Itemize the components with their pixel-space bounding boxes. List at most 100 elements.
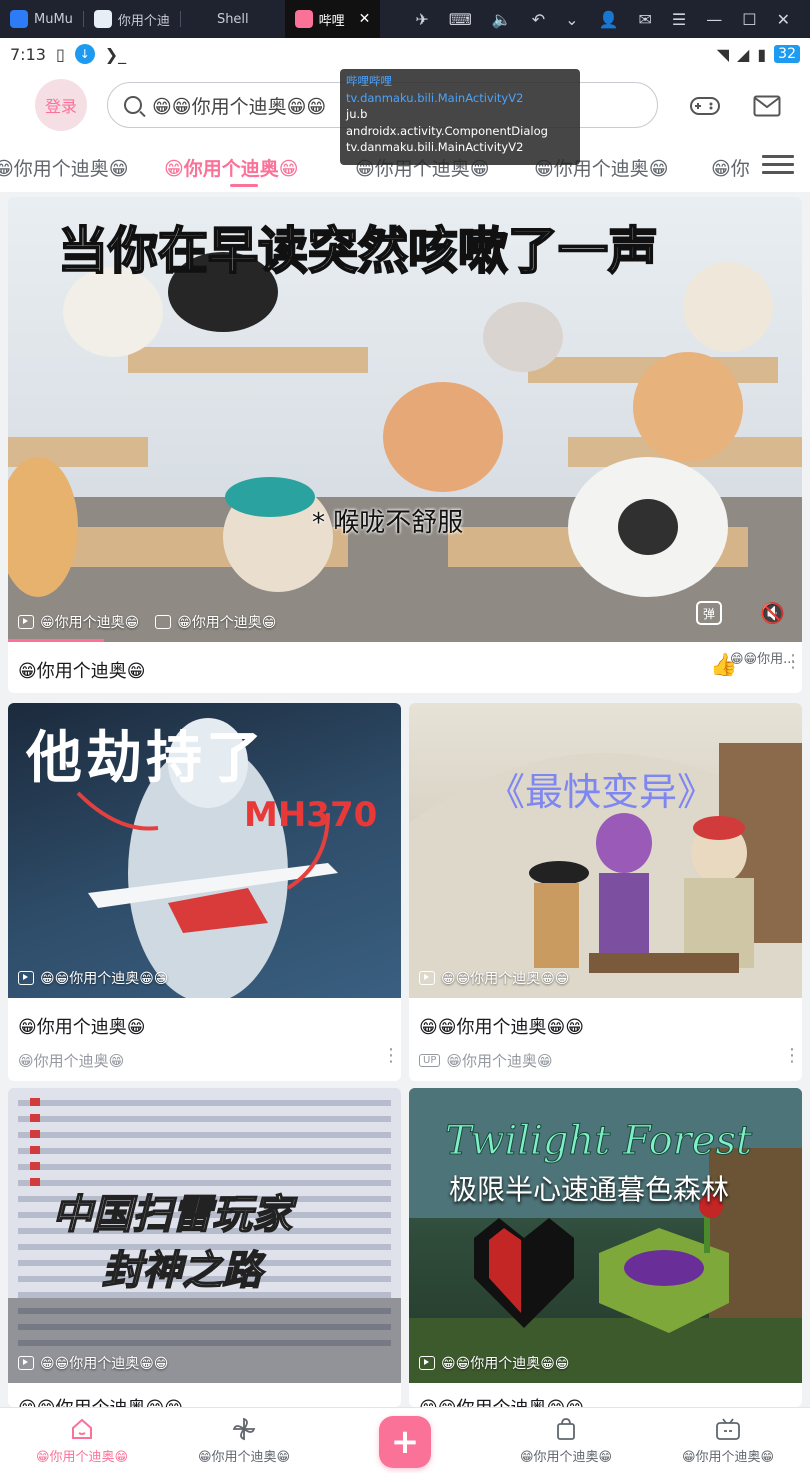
thumbnail-text-secondary: MH370: [244, 795, 378, 835]
volume-icon[interactable]: 🔈: [492, 10, 512, 29]
tv-icon: [715, 1416, 741, 1442]
tab-category[interactable]: 😁你用个迪奥😁: [0, 154, 129, 181]
danmaku-count-icon: [155, 615, 172, 629]
video-thumbnail[interactable]: 《最快变异》 😁😁你用个迪奥😁😁: [409, 703, 802, 998]
back-icon[interactable]: ↶: [532, 10, 545, 29]
emulator-tab-app[interactable]: 你用个迪: [84, 0, 180, 38]
keymap-icon[interactable]: ✈: [415, 10, 428, 29]
video-headline: 当你在早读突然咳嗽了一声: [57, 221, 659, 281]
video-title[interactable]: 😁你用个迪奥😁: [18, 657, 146, 683]
more-options-icon[interactable]: ⋮: [382, 1047, 400, 1065]
thumbnail-text: 中国扫雷玩家: [51, 1191, 293, 1239]
nav-label: 😁你用个迪奥😁: [197, 1450, 291, 1465]
mute-icon[interactable]: 🔇: [760, 601, 785, 625]
maximize-icon[interactable]: ☐: [742, 10, 756, 29]
uploader-label: 😁你用个迪奥😁: [18, 1052, 125, 1070]
more-options-icon[interactable]: ⋮: [784, 653, 802, 671]
play-count: 😁😁你用个迪奥😁😁: [40, 971, 169, 987]
emulator-tab-mumu[interactable]: MuMu: [0, 0, 83, 38]
shopping-bag-icon: [553, 1416, 579, 1442]
cartoon-scene: [409, 743, 802, 998]
video-caption: * 喉咙不舒服: [312, 508, 464, 538]
uploader-label: 😁你用个迪奥😁: [446, 1052, 553, 1070]
emulator-tab-label: 你用个迪: [117, 13, 170, 29]
tab-category[interactable]: 😁你: [711, 154, 750, 181]
play-count: 😁😁你用个迪奥😁😁: [441, 1356, 570, 1372]
video-thumbnail[interactable]: 当你在早读突然咳嗽了一声 * 喉咙不舒服 😁你用个迪奥😁 😁你用个迪奥😁 弹 🔇: [8, 197, 802, 642]
battery-level: 32: [774, 45, 800, 63]
emulator-tab-bilibili[interactable]: 哔哩 ✕: [284, 0, 381, 38]
emulator-tab-label: MuMu: [34, 11, 73, 27]
tab-category-active[interactable]: 😁你用个迪奥😁: [164, 154, 299, 181]
video-thumbnail[interactable]: Twilight Forest 极限半心速通暮色森林 😁😁你用个迪奥😁😁: [409, 1088, 802, 1383]
hamburger-menu-icon[interactable]: [762, 150, 794, 182]
thumbnail-text: 他劫持了: [26, 726, 266, 791]
video-card[interactable]: 他劫持了 MH370 😁😁你用个迪奥😁😁 😁你用个迪奥😁 😁你用个迪奥😁 ⋮: [8, 703, 401, 1081]
uploader-name[interactable]: 😁你用个迪奥😁: [18, 1050, 124, 1071]
featured-video-card[interactable]: 当你在早读突然咳嗽了一声 * 喉咙不舒服 😁你用个迪奥😁 😁你用个迪奥😁 弹 🔇…: [8, 197, 802, 693]
emulator-tab-shell[interactable]: Shell: [181, 0, 285, 38]
debug-tooltip: 哔哩哔哩 tv.danmaku.bili.MainActivityV2 ju.b…: [340, 69, 580, 165]
login-button[interactable]: 登录: [35, 79, 87, 131]
play-count: 😁😁你用个迪奥😁😁: [40, 1356, 169, 1372]
video-stats: 😁😁你用个迪奥😁😁: [18, 1353, 168, 1373]
thumbnail-text-secondary: 极限半心速通暮色森林: [449, 1173, 730, 1206]
up-badge: UP: [419, 1054, 441, 1067]
tooltip-line: androidx.activity.ComponentDialog: [346, 123, 548, 138]
video-title[interactable]: 😁你用个迪奥😁: [18, 1013, 146, 1039]
search-placeholder: 😁😁你用个迪奥😁😁: [152, 95, 327, 118]
video-thumbnail[interactable]: 中国扫雷玩家 封神之路 😁😁你用个迪奥😁😁: [8, 1088, 401, 1383]
tooltip-line: tv.danmaku.bili.MainActivityV2: [346, 140, 524, 154]
play-count: 😁😁你用个迪奥😁😁: [441, 971, 570, 987]
chevron-down-icon[interactable]: ⌄: [565, 10, 578, 29]
video-stats: 😁😁你用个迪奥😁😁: [419, 968, 569, 988]
search-icon: [124, 96, 142, 114]
user-icon[interactable]: 👤: [599, 10, 619, 29]
play-count-icon: [18, 971, 34, 985]
terminal-icon: ❯_: [104, 44, 127, 64]
notification-icon: ▯: [55, 44, 65, 64]
video-card[interactable]: Twilight Forest 极限半心速通暮色森林 😁😁你用个迪奥😁😁 😁😁你…: [409, 1088, 802, 1407]
nav-label: 😁你用个迪奥😁: [681, 1450, 775, 1465]
more-options-icon[interactable]: ⋮: [783, 1047, 801, 1065]
upload-button[interactable]: +: [379, 1416, 431, 1468]
uploader-name[interactable]: UP 😁你用个迪奥😁: [419, 1050, 553, 1071]
video-card[interactable]: 《最快变异》 😁😁你用个迪奥😁😁 😁😁你用个迪奥😁😁 UP 😁你用个迪奥😁 ⋮: [409, 703, 802, 1081]
close-window-icon[interactable]: ✕: [777, 10, 790, 29]
wifi-icon: ◥: [716, 44, 730, 64]
app-icon: [93, 10, 112, 28]
video-title[interactable]: 😁😁你用个迪奥😁😁: [419, 1013, 584, 1039]
pinwheel-icon: [231, 1416, 257, 1442]
play-count-icon: [18, 615, 34, 629]
video-stats: 😁你用个迪奥😁 😁你用个迪奥😁: [18, 612, 276, 632]
active-tab-indicator: [230, 184, 258, 187]
video-stats: 😁😁你用个迪奥😁😁: [18, 968, 168, 988]
danmaku-toggle-icon[interactable]: 弹: [696, 601, 722, 625]
mail-icon[interactable]: ✉: [639, 10, 652, 29]
signal-icon: ◢: [737, 44, 750, 64]
nav-profile[interactable]: 😁你用个迪奥😁: [658, 1416, 798, 1465]
nav-home[interactable]: 😁你用个迪奥😁: [12, 1416, 152, 1465]
android-status-bar: 7:13 ▯ ↓ ❯_ ◥ ◢ ▮ 32: [0, 38, 810, 70]
thumbnail-text: 《最快变异》: [487, 770, 716, 814]
thumbnail-text-secondary: 封神之路: [101, 1247, 263, 1295]
video-thumbnail[interactable]: 他劫持了 MH370 😁😁你用个迪奥😁😁: [8, 703, 401, 998]
nav-mall[interactable]: 😁你用个迪奥😁: [496, 1416, 636, 1465]
video-title[interactable]: 😁😁你用个迪奥😁😁: [18, 1394, 183, 1407]
video-card[interactable]: 中国扫雷玩家 封神之路 😁😁你用个迪奥😁😁 😁😁你用个迪奥😁😁: [8, 1088, 401, 1407]
play-count: 😁你用个迪奥😁: [40, 615, 140, 631]
minimize-icon[interactable]: —: [706, 10, 722, 29]
download-icon: ↓: [74, 44, 95, 64]
nav-dynamic[interactable]: 😁你用个迪奥😁: [174, 1416, 314, 1465]
keyboard-icon[interactable]: ⌨: [449, 10, 472, 29]
status-time: 7:13: [10, 44, 46, 64]
thumbnail-text: Twilight Forest: [444, 1118, 753, 1165]
close-icon[interactable]: ✕: [359, 11, 371, 27]
emulator-tab-label: 哔哩: [318, 13, 345, 29]
gamepad-icon[interactable]: [689, 90, 721, 122]
bilibili-icon: [294, 10, 313, 28]
emulator-tools: ✈ ⌨ 🔈 ↶ ⌄ 👤 ✉ ☰ — ☐ ✕: [415, 10, 810, 29]
video-title[interactable]: 😁😁你用个迪奥😁😁: [419, 1394, 584, 1407]
mail-icon[interactable]: [751, 90, 783, 122]
menu-icon[interactable]: ☰: [672, 10, 686, 29]
